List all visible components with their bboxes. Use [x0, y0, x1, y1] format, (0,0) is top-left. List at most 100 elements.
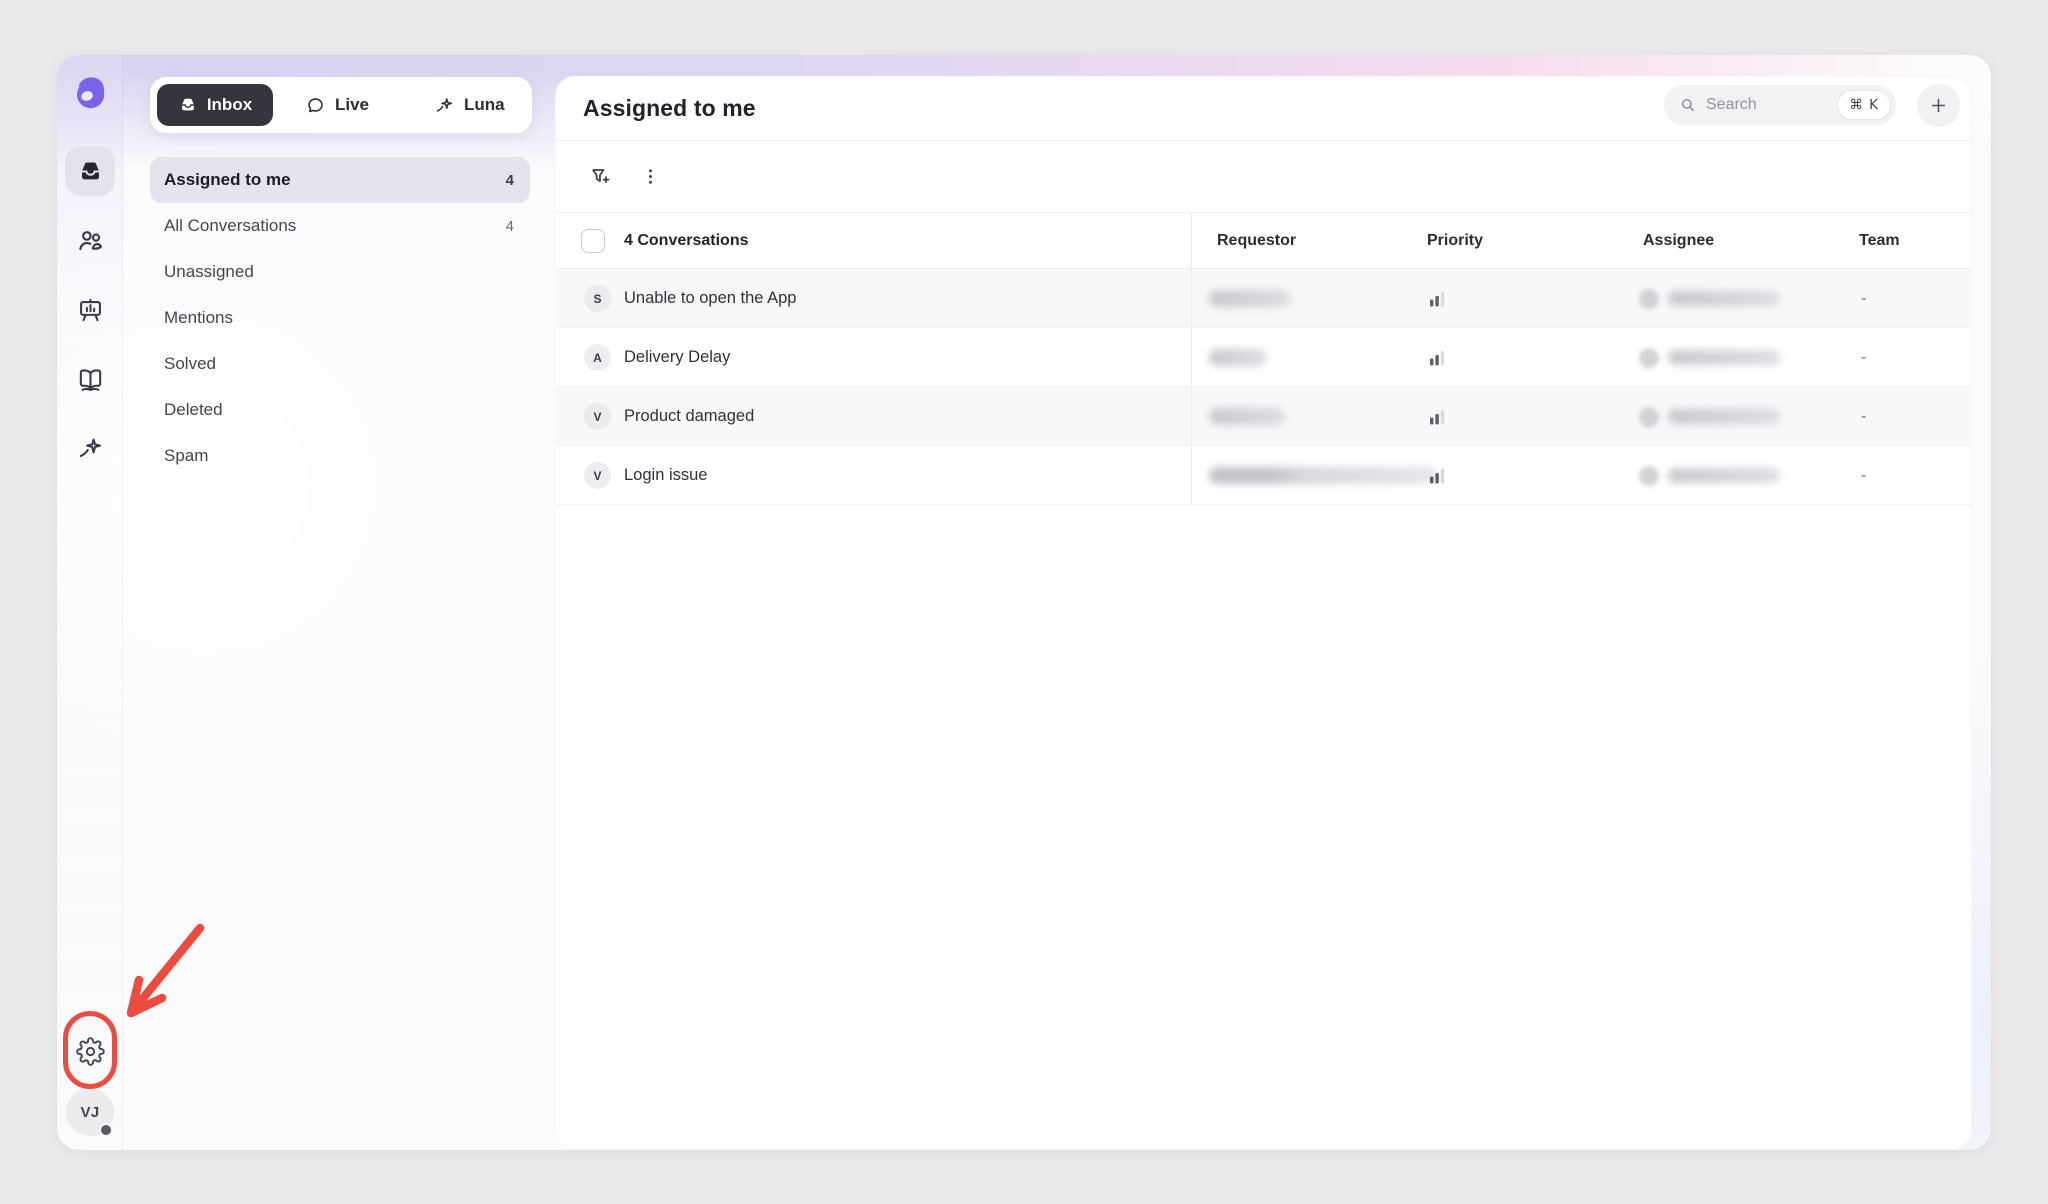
tab-inbox[interactable]: Inbox — [157, 84, 273, 126]
requestor-redacted — [1209, 467, 1437, 484]
assignee-name-redacted — [1668, 468, 1780, 483]
search-icon — [1679, 96, 1697, 114]
requestor-redacted — [1209, 408, 1285, 425]
folder-count: 4 — [506, 172, 514, 189]
priority-bars-icon — [1429, 407, 1446, 426]
column-header-priority: Priority — [1427, 232, 1483, 250]
table-row[interactable]: V Login issue - — [556, 446, 1971, 505]
sidebar-item-spam[interactable]: Spam — [150, 433, 530, 479]
assignee-avatar-redacted — [1639, 466, 1659, 486]
assignee-avatar-redacted — [1639, 348, 1659, 368]
sidebar-item-solved[interactable]: Solved — [150, 341, 530, 387]
tab-live[interactable]: Live — [305, 77, 369, 133]
page-title: Assigned to me — [583, 95, 756, 122]
more-options-button[interactable] — [630, 157, 670, 197]
settings-button[interactable] — [65, 1026, 115, 1076]
sidebar-item-assigned-to-me[interactable]: Assigned to me 4 — [150, 157, 530, 203]
conversation-table: S Unable to open the App - A Delivery De… — [556, 269, 1971, 505]
table-header: 4 Conversations Requestor Priority Assig… — [556, 213, 1971, 269]
filter-toolbar — [556, 141, 1971, 213]
open-book-icon — [76, 365, 105, 394]
sidebar-item-unassigned[interactable]: Unassigned — [150, 249, 530, 295]
rail-luna-button[interactable] — [65, 423, 115, 473]
rail-reports-button[interactable] — [65, 285, 115, 335]
page-background: VJ Inbox Live Luna — [0, 0, 2048, 1204]
inbox-icon — [76, 157, 105, 186]
priority-bars-icon — [1429, 289, 1446, 308]
assignee-avatar-redacted — [1639, 407, 1659, 427]
folder-label: Assigned to me — [164, 170, 291, 190]
column-header-team: Team — [1859, 232, 1900, 250]
inbox-icon — [178, 95, 198, 115]
main-header: Assigned to me Search ⌘ K — [556, 77, 1971, 141]
conversation-sidebar: Inbox Live Luna Assigned to me 4 All Con… — [123, 55, 555, 1150]
chat-bubble-icon — [305, 95, 326, 116]
folder-count: 4 — [506, 218, 514, 235]
table-row[interactable]: A Delivery Delay - — [556, 328, 1971, 387]
search-shortcut-badge: ⌘ K — [1837, 90, 1891, 120]
team-value: - — [1861, 446, 1866, 505]
conversation-subject: Product damaged — [624, 387, 754, 446]
assignee-name-redacted — [1668, 291, 1780, 306]
team-value: - — [1861, 328, 1866, 387]
sparkle-icon — [434, 95, 455, 116]
assignee-avatar-redacted — [1639, 289, 1659, 309]
add-filter-button[interactable] — [580, 157, 620, 197]
requestor-redacted — [1209, 290, 1291, 307]
team-value: - — [1861, 269, 1866, 328]
assignee-name-redacted — [1668, 350, 1780, 365]
tab-label: Live — [335, 95, 369, 115]
conversation-subject: Login issue — [624, 446, 707, 505]
folder-label: Spam — [164, 446, 208, 466]
priority-bars-icon — [1429, 466, 1446, 485]
sidebar-item-all-conversations[interactable]: All Conversations 4 — [150, 203, 530, 249]
status-dot — [99, 1123, 113, 1137]
presentation-chart-icon — [76, 296, 105, 325]
column-header-assignee: Assignee — [1643, 232, 1714, 250]
assignee-name-redacted — [1668, 409, 1780, 424]
workspace-tabbar: Inbox Live Luna — [150, 77, 532, 133]
tab-luna[interactable]: Luna — [434, 77, 505, 133]
plus-icon — [1929, 96, 1948, 115]
folder-label: Mentions — [164, 308, 233, 328]
search-placeholder: Search — [1706, 96, 1757, 114]
table-row[interactable]: S Unable to open the App - — [556, 269, 1971, 328]
column-separator — [1191, 213, 1192, 505]
conversation-subject: Unable to open the App — [624, 269, 796, 328]
main-panel: Assigned to me Search ⌘ K — [555, 76, 1972, 1150]
folder-label: Unassigned — [164, 262, 254, 282]
new-conversation-button[interactable] — [1917, 84, 1960, 127]
select-all-checkbox[interactable] — [581, 229, 605, 253]
people-icon — [76, 226, 105, 255]
sparkle-icon — [76, 434, 105, 463]
requestor-initial-badge: S — [584, 285, 611, 312]
rail-inbox-button[interactable] — [65, 146, 115, 196]
funnel-plus-icon — [589, 165, 612, 188]
priority-bars-icon — [1429, 348, 1446, 367]
folder-label: All Conversations — [164, 216, 296, 236]
tab-label: Luna — [464, 95, 505, 115]
requestor-redacted — [1209, 349, 1267, 366]
app-window: VJ Inbox Live Luna — [57, 55, 1991, 1150]
conversation-count: 4 Conversations — [624, 232, 748, 250]
folder-label: Solved — [164, 354, 216, 374]
requestor-initial-badge: A — [584, 344, 611, 371]
folder-list: Assigned to me 4 All Conversations 4 Una… — [150, 157, 530, 479]
tab-label: Inbox — [207, 95, 252, 115]
sidebar-item-mentions[interactable]: Mentions — [150, 295, 530, 341]
team-value: - — [1861, 387, 1866, 446]
kebab-menu-icon — [639, 165, 662, 188]
rail-knowledge-base-button[interactable] — [65, 354, 115, 404]
rail-contacts-button[interactable] — [65, 215, 115, 265]
requestor-initial-badge: V — [584, 403, 611, 430]
column-header-requestor: Requestor — [1217, 232, 1296, 250]
folder-label: Deleted — [164, 400, 223, 420]
search-input[interactable]: Search ⌘ K — [1664, 85, 1896, 125]
conversation-subject: Delivery Delay — [624, 328, 730, 387]
icon-rail: VJ — [57, 55, 123, 1150]
brand-logo[interactable] — [70, 71, 112, 113]
requestor-initial-badge: V — [584, 462, 611, 489]
sidebar-item-deleted[interactable]: Deleted — [150, 387, 530, 433]
table-row[interactable]: V Product damaged - — [556, 387, 1971, 446]
gear-icon — [76, 1037, 105, 1066]
